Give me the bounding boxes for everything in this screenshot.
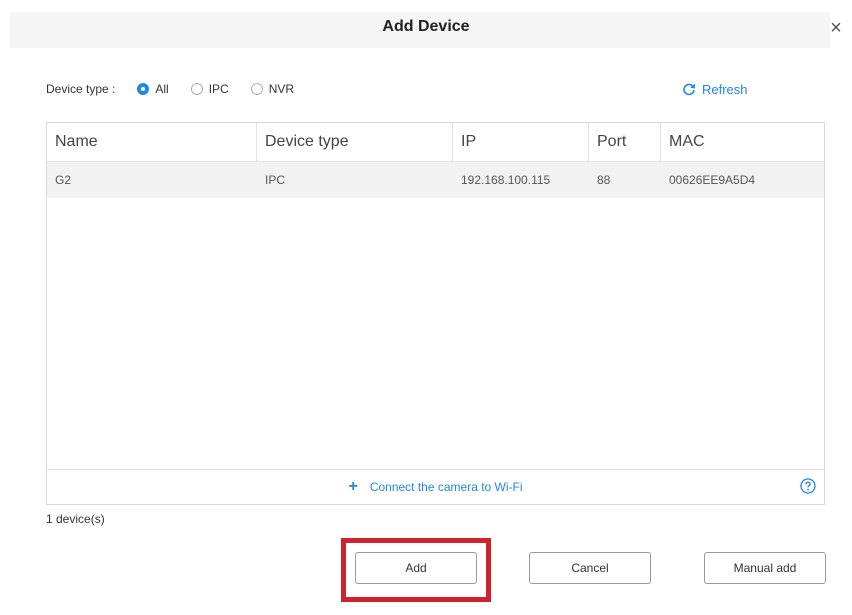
- column-header-device-type[interactable]: Device type: [257, 123, 453, 161]
- cell-device-type: IPC: [265, 173, 286, 187]
- cell-mac: 00626EE9A5D4: [669, 173, 756, 187]
- radio-nvr-label: NVR: [268, 82, 295, 96]
- plus-icon: +: [348, 478, 358, 495]
- column-header-name[interactable]: Name: [47, 123, 257, 161]
- device-type-label: Device type :: [46, 82, 116, 96]
- refresh-label: Refresh: [702, 81, 748, 97]
- table-footer: + Connect the camera to Wi-Fi: [47, 469, 824, 504]
- cancel-button[interactable]: Cancel: [529, 552, 651, 584]
- table-header: Name Device type IP Port MAC: [47, 123, 824, 162]
- connect-wifi-link[interactable]: + Connect the camera to Wi-Fi: [348, 478, 522, 496]
- radio-ipc-label: IPC: [208, 82, 229, 96]
- cell-port: 88: [597, 173, 611, 187]
- refresh-icon: [683, 83, 696, 96]
- table-row[interactable]: G2 IPC 192.168.100.115 88 00626EE9A5D4: [47, 162, 824, 198]
- radio-unchecked-icon: [250, 83, 263, 95]
- column-header-ip[interactable]: IP: [453, 123, 589, 161]
- add-device-dialog: Add Device × Device type : All IPC NVR R…: [0, 0, 852, 615]
- radio-checked-icon: [137, 83, 150, 95]
- radio-nvr[interactable]: NVR: [250, 82, 295, 96]
- radio-ipc[interactable]: IPC: [190, 82, 229, 96]
- radio-unchecked-icon: [190, 83, 203, 95]
- cell-ip: 192.168.100.115: [461, 173, 551, 187]
- column-header-mac[interactable]: MAC: [661, 123, 824, 161]
- dialog-title: Add Device: [382, 18, 470, 35]
- manual-add-button[interactable]: Manual add: [704, 552, 826, 584]
- column-header-port[interactable]: Port: [589, 123, 661, 161]
- add-button[interactable]: Add: [355, 552, 477, 584]
- device-count: 1 device(s): [46, 512, 105, 526]
- refresh-button[interactable]: Refresh: [682, 78, 748, 100]
- device-type-filter: Device type : All IPC NVR: [46, 78, 316, 100]
- device-table: Name Device type IP Port MAC G2 IPC 192.…: [46, 122, 825, 505]
- radio-all[interactable]: All: [137, 82, 169, 96]
- connect-wifi-label: Connect the camera to Wi-Fi: [369, 480, 523, 494]
- radio-all-label: All: [155, 82, 169, 96]
- close-icon[interactable]: ×: [826, 18, 846, 38]
- cell-name: G2: [55, 173, 72, 187]
- help-icon[interactable]: [800, 478, 816, 494]
